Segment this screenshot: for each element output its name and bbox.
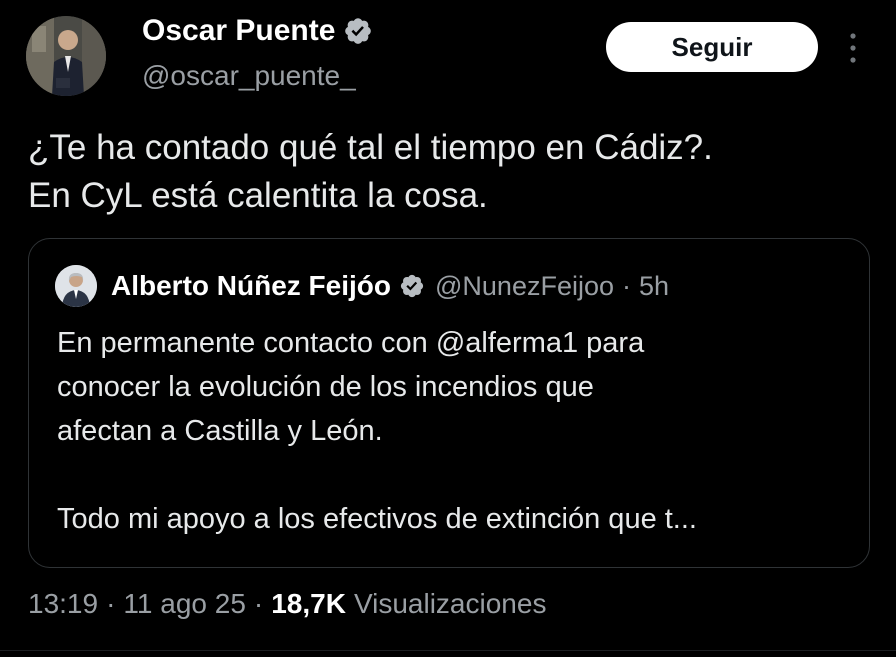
quoted-tweet-text: En permanente contacto con @alferma1 par… <box>57 321 857 541</box>
follow-button[interactable]: Seguir <box>606 22 818 72</box>
views-label: Visualizaciones <box>353 588 547 619</box>
tweet-date[interactable]: 11 ago 25 <box>123 588 246 620</box>
verified-badge-icon <box>343 16 373 46</box>
quoted-author-avatar <box>55 265 97 307</box>
tweet-text-line: En CyL está calentita la cosa. <box>28 176 488 215</box>
quoted-tweet-time: 5h <box>639 270 670 301</box>
quoted-author-handle: @NunezFeijoo <box>435 270 614 301</box>
separator-dot: · <box>622 270 631 301</box>
tweet-meta: 13:19 · 11 ago 25 · 18,7K Visualizacione… <box>28 588 546 620</box>
quoted-text-line: Todo mi apoyo a los efectivos de extinci… <box>57 503 697 535</box>
separator-dot: · <box>253 588 264 619</box>
views-count: 18,7K <box>271 588 346 619</box>
quoted-tweet-header: Alberto Núñez Feijóo @NunezFeijoo · 5h <box>55 265 669 307</box>
tweet-text-line: ¿Te ha contado qué tal el tiempo en Cádi… <box>28 128 713 167</box>
more-vertical-icon[interactable] <box>843 30 863 66</box>
quoted-tweet-card[interactable]: Alberto Núñez Feijóo @NunezFeijoo · 5h E… <box>28 238 870 568</box>
quoted-text-line: conocer la evolución de los incendios qu… <box>57 371 594 403</box>
author-avatar[interactable] <box>26 16 106 96</box>
author-handle[interactable]: @oscar_puente_ <box>142 60 356 92</box>
separator-dot: · <box>106 588 116 619</box>
author-display-name[interactable]: Oscar Puente <box>142 14 335 48</box>
verified-badge-icon <box>399 273 425 299</box>
tweet-text: ¿Te ha contado qué tal el tiempo en Cádi… <box>28 124 868 220</box>
quoted-author-name: Alberto Núñez Feijóo <box>111 270 391 301</box>
divider <box>0 650 896 651</box>
author-display-name-row[interactable]: Oscar Puente <box>142 14 373 48</box>
quoted-text-line: afectan a Castilla y León. <box>57 415 383 447</box>
tweet-time[interactable]: 13:19 <box>28 588 98 620</box>
quoted-text-line: En permanente contacto con @alferma1 par… <box>57 327 645 359</box>
